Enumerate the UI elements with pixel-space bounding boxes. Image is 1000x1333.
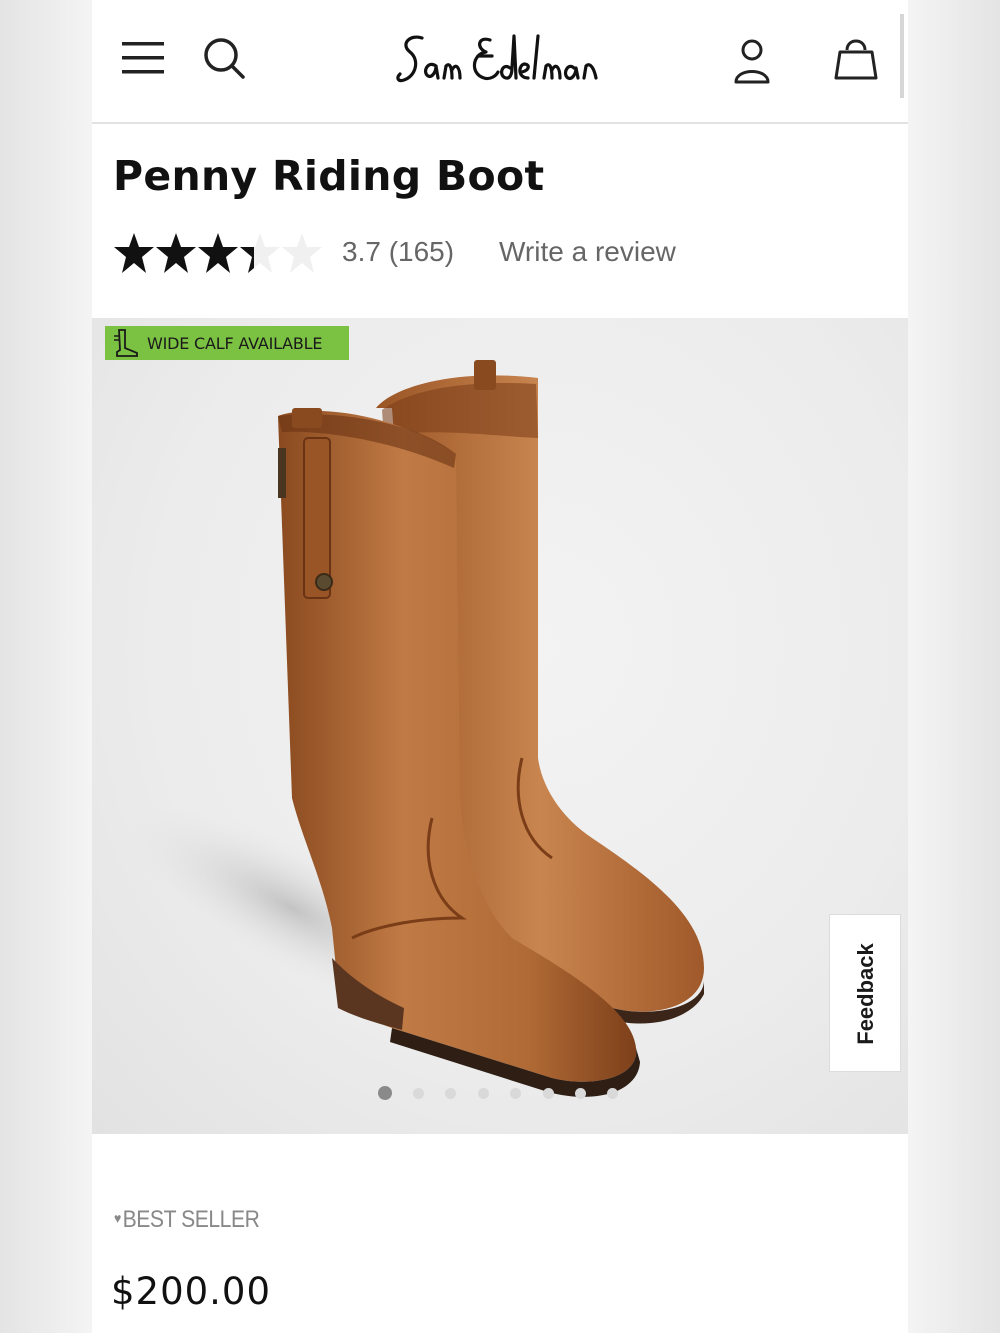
gallery-dot-8[interactable] [607, 1088, 618, 1099]
star-2-icon [156, 233, 196, 273]
gallery-dot-7[interactable] [575, 1088, 586, 1099]
product-page: Penny Riding Boot 3.7 (165) Write a revi… [92, 0, 908, 1333]
gallery-dot-5[interactable] [510, 1088, 521, 1099]
brand-logo[interactable] [392, 28, 612, 98]
gallery-dot-2[interactable] [413, 1088, 424, 1099]
badge-label: WIDE CALF AVAILABLE [147, 333, 323, 353]
product-title: Penny Riding Boot [113, 152, 545, 200]
feedback-tab[interactable]: Feedback [829, 914, 901, 1072]
star-5-icon [282, 233, 322, 273]
gallery-pagination [378, 1086, 628, 1102]
star-3-icon [198, 233, 238, 273]
heart-icon: ♥ [114, 1210, 121, 1226]
best-seller-label: BEST SELLER [122, 1206, 260, 1233]
gallery-dot-1[interactable] [378, 1086, 392, 1100]
gallery-dot-3[interactable] [445, 1088, 456, 1099]
product-gallery[interactable]: WIDE CALF AVAILABLE Feedback [92, 318, 908, 1134]
wide-calf-badge: WIDE CALF AVAILABLE [105, 326, 349, 360]
best-seller-tag: ♥BEST SELLER [114, 1206, 260, 1234]
star-1-icon [114, 233, 154, 273]
gallery-dot-4[interactable] [478, 1088, 489, 1099]
product-price: $200.00 [111, 1270, 272, 1313]
site-header [92, 0, 908, 124]
rating-summary[interactable]: 3.7 (165) [342, 236, 454, 268]
feedback-label: Feedback [853, 943, 878, 1045]
star-4-icon [240, 233, 280, 273]
rating-stars[interactable] [112, 228, 328, 276]
gallery-dot-6[interactable] [543, 1088, 554, 1099]
backdrop-left [0, 0, 92, 1333]
product-image[interactable] [92, 318, 908, 1134]
bag-icon[interactable] [834, 36, 878, 80]
boot-icon [114, 329, 138, 357]
backdrop-right [908, 0, 1000, 1333]
header-scrollbar [900, 14, 904, 98]
write-review-link[interactable]: Write a review [499, 236, 676, 268]
account-icon[interactable] [732, 38, 772, 84]
menu-icon[interactable] [122, 40, 166, 76]
search-icon[interactable] [202, 36, 246, 80]
